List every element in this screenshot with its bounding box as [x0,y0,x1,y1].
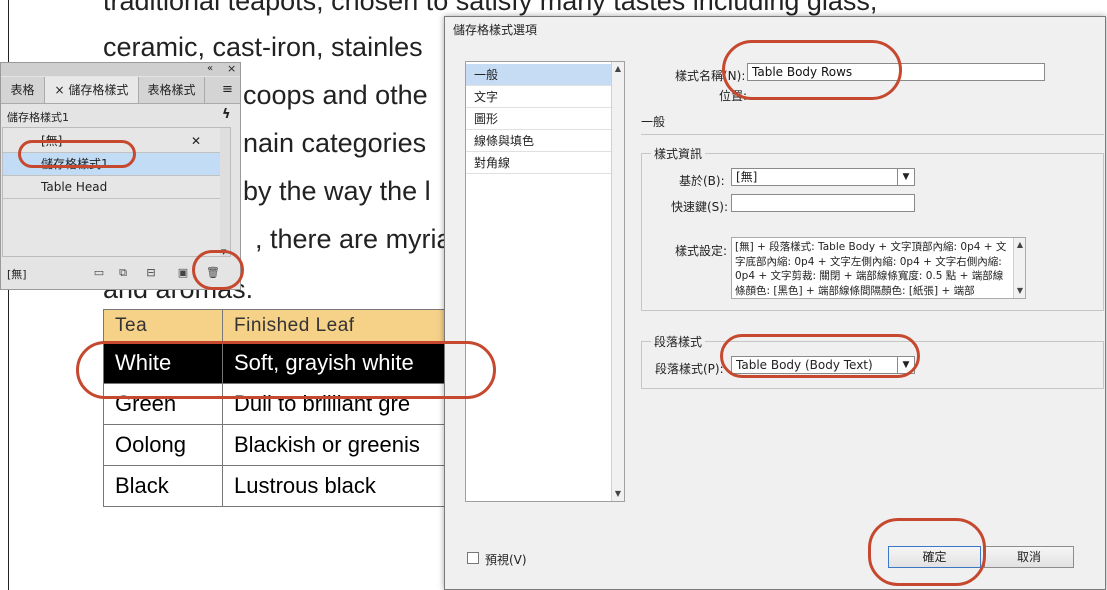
list-item-cell-style-1[interactable]: 儲存格樣式1 [3,153,230,176]
shortcut-input[interactable] [731,194,915,212]
table-row[interactable]: Black Lustrous black [103,465,463,507]
trash-icon[interactable]: 🗑 [206,267,220,279]
panel-titlebar[interactable]: « × [1,63,240,76]
table-row[interactable]: Green Dull to brilliant gre [103,383,463,425]
style-info-title: 樣式資訊 [651,145,706,162]
paragraph-style-select[interactable]: Table Body (Body Text) ▼ [731,356,915,374]
lightning-icon[interactable]: ϟ [222,107,231,122]
tea-table[interactable]: Tea Finished Leaf White Soft, grayish wh… [103,309,463,507]
nav-item-text[interactable]: 文字 [466,86,611,108]
nav-item-graphic[interactable]: 圖形 [466,108,611,130]
paragraph-styles-title: 段落樣式 [651,333,706,350]
scroll-down-icon[interactable]: ▼ [612,488,624,500]
style-name-input[interactable] [747,63,1045,81]
list-item-none[interactable]: [無] ✕ [3,130,230,153]
preview-label: 預視(V) [485,553,527,567]
panel-footer: [無] ▭ ⧉ ⊟ ▣ 🗑 [1,261,240,289]
scroll-down-icon[interactable]: ▼ [1014,285,1026,297]
cell-style-list: [無] ✕ 儲存格樣式1 Table Head ▼ [2,127,231,257]
cell-style-options-dialog: 儲存格樣式選項 一般 文字 圖形 線條與填色 對角線 ▲ ▼ 樣式名稱(N): … [444,16,1106,590]
settings-scrollbar[interactable]: ▲ ▼ [1013,238,1025,298]
folder-icon[interactable]: ▭ [93,267,105,279]
scroll-down-icon[interactable]: ▼ [221,248,226,256]
style-settings-box[interactable]: [無] + 段落樣式: Table Body + 文字頂部內縮: 0p4 + 文… [731,237,1026,299]
nav-item-diagonal-lines[interactable]: 對角線 [466,152,611,174]
list-item-table-head[interactable]: Table Head [3,176,230,199]
doc-text-line-1: traditional teapots, chosen to satisfy m… [103,0,878,16]
paragraph-style-label: 段落樣式(P): [655,362,724,376]
doc-text-line-3: coops and othe [243,80,428,110]
style-settings-label: 樣式設定: [675,244,728,258]
dialog-title: 儲存格樣式選項 [453,23,538,37]
category-scrollbar[interactable]: ▲ ▼ [611,62,624,501]
clear-overrides-icon[interactable]: ⊟ [145,267,157,279]
table-cell[interactable]: Blackish or greenis [222,424,463,466]
style-name-label: 樣式名稱(N): [675,69,746,83]
scroll-up-icon[interactable]: ▲ [612,63,624,75]
cancel-button[interactable]: 取消 [984,546,1074,568]
chevron-down-icon[interactable]: ▼ [897,357,914,373]
tab-close-icon[interactable]: × [55,83,69,97]
doc-text-line-5: by the way the l [243,176,431,206]
panel-tabs: 表格 × 儲存格樣式 表格樣式 ≡ [1,77,240,104]
style-settings-text: [無] + 段落樣式: Table Body + 文字頂部內縮: 0p4 + 文… [735,241,1007,297]
table-header-cell[interactable]: Finished Leaf [222,309,463,343]
tab-cell-styles[interactable]: × 儲存格樣式 [45,77,139,103]
load-styles-icon[interactable]: ⧉ [117,267,129,279]
table-row[interactable]: Oolong Blackish or greenis [103,424,463,466]
tab-cell-styles-label: 儲存格樣式 [68,83,129,97]
panel-menu-icon[interactable]: ≡ [222,82,233,97]
tab-table[interactable]: 表格 [1,77,45,103]
collapse-icon[interactable]: « [207,63,213,75]
chevron-down-icon[interactable]: ▼ [897,169,914,185]
tab-table-styles[interactable]: 表格樣式 [139,77,205,103]
table-cell[interactable]: Lustrous black [222,465,463,507]
cell-styles-panel: « × 表格 × 儲存格樣式 表格樣式 ≡ 儲存格樣式1 ϟ [無] ✕ 儲存格… [0,62,241,290]
section-heading-general: 一般 [641,115,666,129]
clear-override-icon[interactable]: ✕ [191,130,201,153]
table-header-row[interactable]: Tea Finished Leaf [103,309,463,343]
table-cell[interactable]: Oolong [103,424,223,466]
doc-text-line-4: nain categories [243,128,427,158]
table-cell[interactable]: Black [103,465,223,507]
based-on-label: 基於(B): [679,174,725,188]
ok-button[interactable]: 確定 [888,546,981,568]
current-style-label: 儲存格樣式1 [7,111,69,124]
nav-item-general[interactable]: 一般 [466,64,611,86]
table-row-selected[interactable]: White Soft, grayish white [103,342,463,384]
footer-style-label: [無] [7,268,27,281]
based-on-value: [無] [736,170,758,184]
doc-text-line-6: , there are myria [255,224,452,254]
table-cell[interactable]: Soft, grayish white [222,342,463,384]
list-item-label: [無] [41,134,63,148]
section-divider [641,134,1104,135]
table-cell[interactable]: White [103,342,223,384]
paragraph-style-value: Table Body (Body Text) [736,358,873,372]
nav-item-strokes-fills[interactable]: 線條與填色 [466,130,611,152]
based-on-select[interactable]: [無] ▼ [731,168,915,186]
table-cell[interactable]: Dull to brilliant gre [222,383,463,425]
close-icon[interactable]: × [227,63,236,75]
shortcut-label: 快速鍵(S): [671,200,729,214]
scroll-up-icon[interactable]: ▲ [1014,239,1026,251]
list-scrollbar[interactable]: ▼ [220,128,230,256]
preview-checkbox[interactable] [467,552,479,564]
table-header-cell[interactable]: Tea [103,309,223,343]
new-style-icon[interactable]: ▣ [177,267,189,279]
table-cell[interactable]: Green [103,383,223,425]
location-label: 位置: [719,89,748,103]
doc-text-line-2: ceramic, cast-iron, stainles [103,32,423,62]
category-list: 一般 文字 圖形 線條與填色 對角線 ▲ ▼ [465,61,625,502]
